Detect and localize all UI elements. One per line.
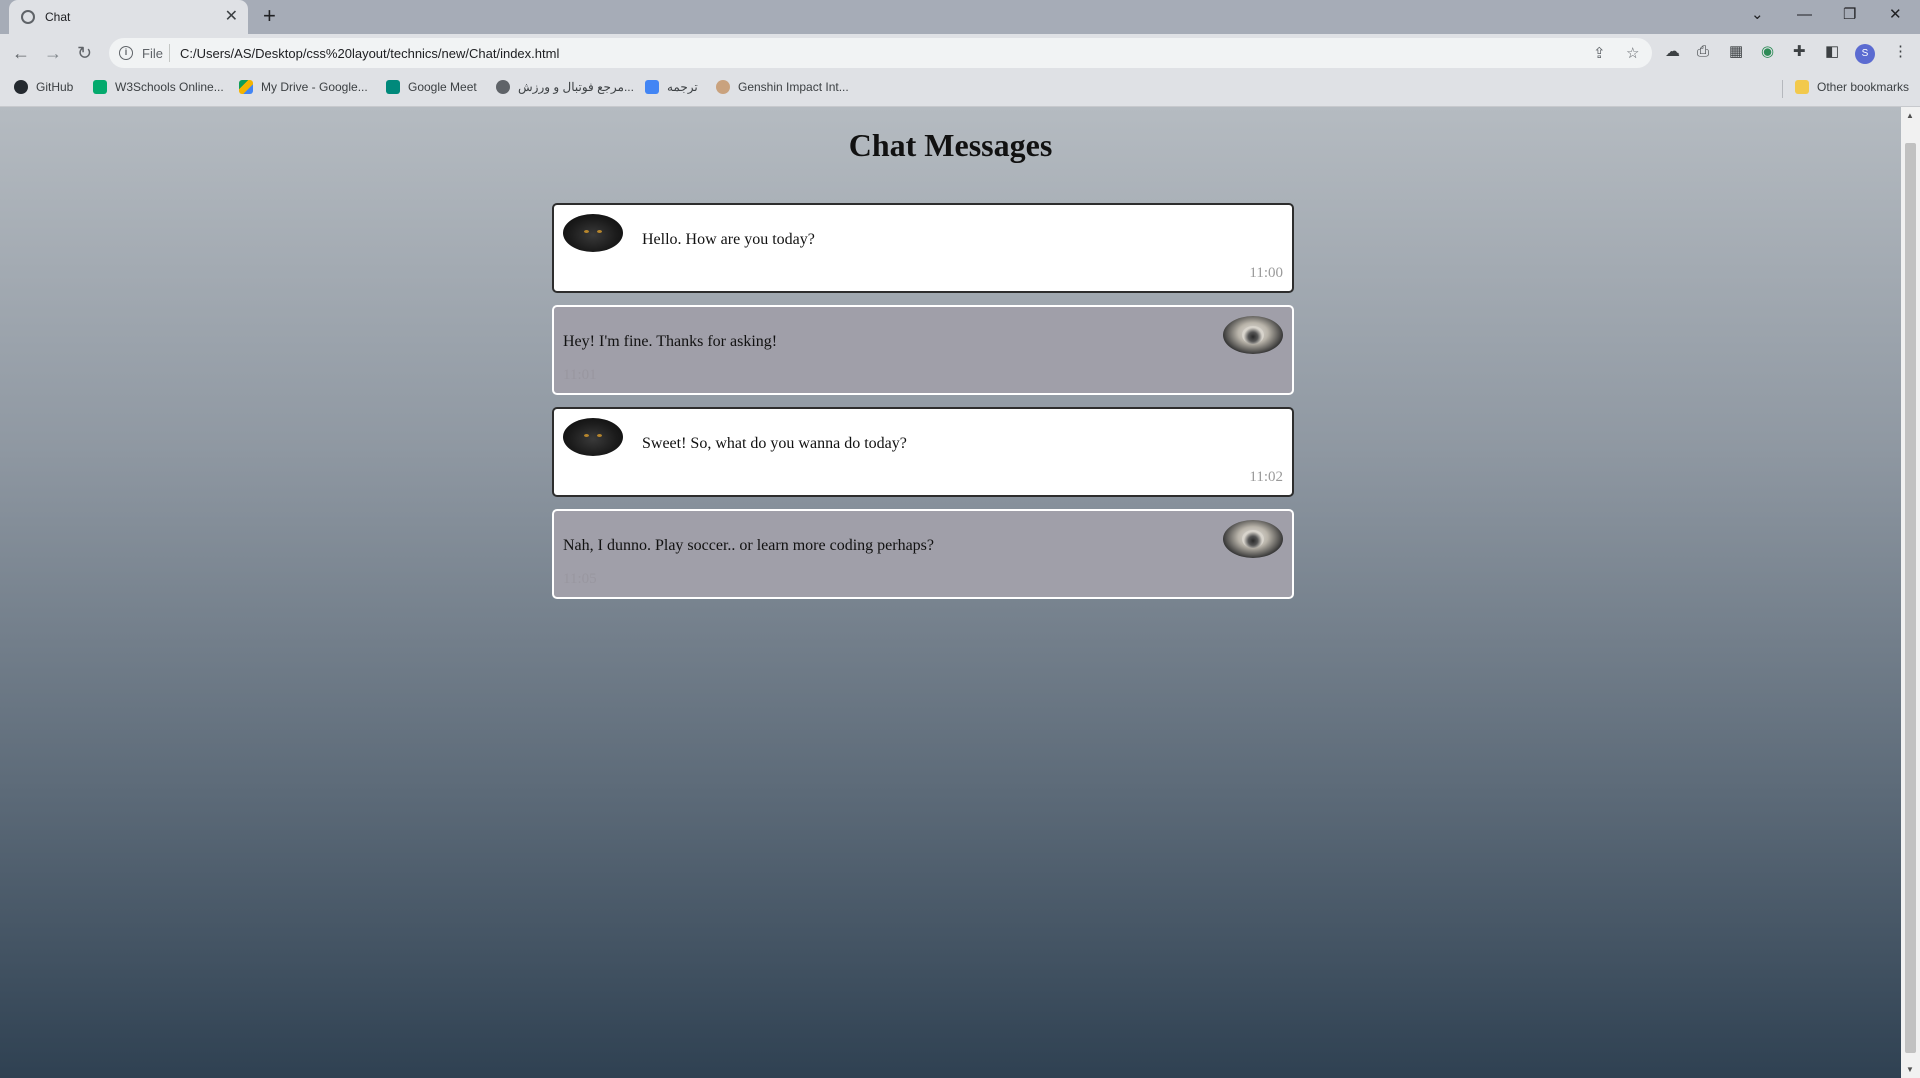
bookmark-genshin[interactable]: Genshin Impact Int... <box>716 80 849 94</box>
profile-avatar[interactable]: S <box>1855 44 1875 64</box>
scroll-up-arrow-icon[interactable]: ▲ <box>1906 111 1914 120</box>
genshin-icon <box>716 80 730 94</box>
chat-message-cat: Hello. How are you today? 11:00 <box>552 203 1294 293</box>
close-window-button[interactable]: ✕ <box>1889 5 1902 25</box>
bookmarks-bar: GitHub W3Schools Online... My Drive - Go… <box>0 72 1920 107</box>
other-bookmarks-label: Other bookmarks <box>1817 80 1910 94</box>
bookmark-label: Google Meet <box>408 80 477 94</box>
tab-close-icon[interactable]: ✕ <box>225 9 238 25</box>
tab-strip: Chat ✕ + ⌄ — ❐ ✕ <box>0 0 1920 34</box>
extensions-puzzle-icon[interactable]: ✚ <box>1793 42 1806 62</box>
w3schools-icon <box>93 80 107 94</box>
other-bookmarks[interactable]: Other bookmarks <box>1795 80 1909 94</box>
message-text: Nah, I dunno. Play soccer.. or learn mor… <box>563 537 934 554</box>
chat-list: Hello. How are you today? 11:00 Hey! I'm… <box>552 203 1294 611</box>
bookmark-google-drive[interactable]: My Drive - Google... <box>239 80 368 94</box>
forward-button[interactable]: → <box>44 43 62 63</box>
cat-avatar <box>563 418 623 456</box>
message-time: 11:05 <box>563 571 597 587</box>
bookmark-translate[interactable]: ترجمه <box>645 80 698 94</box>
folder-icon <box>1795 80 1809 94</box>
message-time: 11:01 <box>563 367 597 383</box>
globe-icon <box>21 10 35 24</box>
message-text: Sweet! So, what do you wanna do today? <box>642 435 907 452</box>
scroll-down-arrow-icon[interactable]: ▼ <box>1906 1065 1914 1074</box>
menu-kebab-icon[interactable]: ⋮ <box>1893 42 1908 62</box>
bookmark-label: ترجمه <box>667 80 698 94</box>
bookmark-label: GitHub <box>36 80 74 94</box>
minimize-button[interactable]: — <box>1797 5 1812 25</box>
message-text: Hello. How are you today? <box>642 231 815 248</box>
new-tab-button[interactable]: + <box>263 5 276 27</box>
tab-title: Chat <box>45 10 71 24</box>
bookmark-label: My Drive - Google... <box>261 80 368 94</box>
address-bar[interactable]: i File C:/Users/AS/Desktop/css%20layout/… <box>109 38 1652 68</box>
back-button[interactable]: ← <box>12 43 30 63</box>
vertical-scrollbar[interactable]: ▲ ▼ <box>1901 107 1920 1078</box>
message-text: Hey! I'm fine. Thanks for asking! <box>563 333 778 350</box>
restore-button[interactable]: ❐ <box>1843 5 1856 25</box>
extension-cloud-icon[interactable]: ☁ <box>1665 42 1680 62</box>
page-viewport: Chat Messages Hello. How are you today? … <box>0 107 1901 1078</box>
google-meet-icon <box>386 80 400 94</box>
bookmark-label: مرجع فوتبال و ورزش... <box>518 80 634 94</box>
pug-avatar <box>1223 316 1283 354</box>
extension-globe-icon[interactable]: ◉ <box>1761 42 1774 62</box>
google-translate-icon <box>645 80 659 94</box>
extension-grid-icon[interactable]: ▦ <box>1729 42 1743 62</box>
bookmark-label: Genshin Impact Int... <box>738 80 849 94</box>
url-text[interactable]: C:/Users/AS/Desktop/css%20layout/technic… <box>180 46 559 61</box>
divider <box>1782 80 1783 98</box>
cat-avatar <box>563 214 623 252</box>
reload-button[interactable]: ↻ <box>77 43 92 63</box>
tab-search-chevron-icon[interactable]: ⌄ <box>1751 5 1764 25</box>
side-panel-icon[interactable]: ◧ <box>1825 42 1839 62</box>
browser-toolbar: ← → ↻ i File C:/Users/AS/Desktop/css%20l… <box>0 34 1920 72</box>
bookmark-label: W3Schools Online... <box>115 80 224 94</box>
scroll-thumb[interactable] <box>1905 143 1916 1053</box>
extension-printer-icon[interactable]: ⎙ <box>1697 42 1709 62</box>
chat-message-pug: Nah, I dunno. Play soccer.. or learn mor… <box>552 509 1294 599</box>
football-site-icon <box>496 80 510 94</box>
message-time: 11:02 <box>1249 469 1283 485</box>
bookmark-google-meet[interactable]: Google Meet <box>386 80 477 94</box>
bookmark-star-icon[interactable]: ☆ <box>1626 44 1639 62</box>
github-icon <box>14 80 28 94</box>
bookmark-github[interactable]: GitHub <box>14 80 73 94</box>
share-icon[interactable]: ⇪ <box>1593 44 1606 62</box>
google-drive-icon <box>239 80 253 94</box>
chat-message-cat: Sweet! So, what do you wanna do today? 1… <box>552 407 1294 497</box>
pug-avatar <box>1223 520 1283 558</box>
bookmark-football-site[interactable]: مرجع فوتبال و ورزش... <box>496 80 634 94</box>
message-time: 11:00 <box>1249 265 1283 281</box>
bookmark-w3schools[interactable]: W3Schools Online... <box>93 80 224 94</box>
chat-message-pug: Hey! I'm fine. Thanks for asking! 11:01 <box>552 305 1294 395</box>
info-icon[interactable]: i <box>119 46 133 60</box>
tab-chat[interactable]: Chat ✕ <box>9 0 248 34</box>
page-title: Chat Messages <box>848 127 1053 163</box>
divider <box>169 44 170 62</box>
scheme-label: File <box>142 46 163 61</box>
